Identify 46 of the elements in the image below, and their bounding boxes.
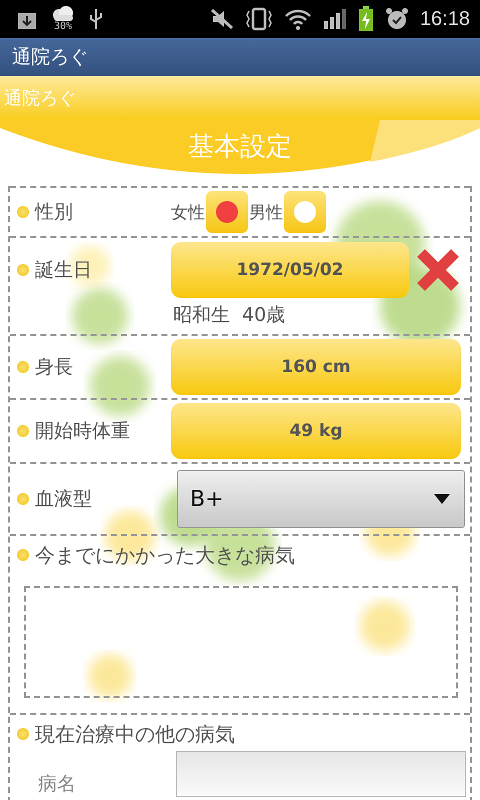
value-button[interactable]: 49 kg xyxy=(171,403,461,459)
blurred-spot-drawing xyxy=(72,288,128,344)
field-label: 病名 xyxy=(38,772,76,797)
app-title: 通院ろぐ xyxy=(12,45,88,70)
blurred-spot-drawing xyxy=(360,601,410,651)
cloud-icon xyxy=(50,6,76,22)
text-area[interactable] xyxy=(24,586,458,698)
usb-icon xyxy=(88,7,104,31)
blood-type-dropdown[interactable]: B+ xyxy=(177,470,465,528)
bullet-icon xyxy=(17,493,29,505)
bullet-icon xyxy=(17,264,29,276)
date-button[interactable]: 1972/05/02 xyxy=(171,242,409,298)
era-text: 昭和生 xyxy=(173,303,230,328)
caret-icon xyxy=(434,494,450,504)
bullet-icon xyxy=(17,206,29,218)
section-title: 基本設定 xyxy=(188,130,292,164)
alarm-icon xyxy=(384,7,409,31)
header-title: 通院ろぐ xyxy=(4,87,76,110)
battery-charging-icon xyxy=(358,6,374,32)
value-button[interactable]: 160 cm xyxy=(171,339,461,395)
field-label: 性別 xyxy=(35,200,74,225)
blurred-spot-drawing xyxy=(88,654,132,698)
weather-text: 30% xyxy=(54,22,72,32)
field-label: 開始時体重 xyxy=(35,419,131,444)
clock-text: 16:18 xyxy=(420,8,470,30)
option-label: 男性 xyxy=(249,202,283,224)
radio-button[interactable] xyxy=(206,191,248,233)
bullet-icon xyxy=(17,728,29,740)
field-label: 誕生日 xyxy=(35,259,92,281)
field-label: 現在治療中の他の病気 xyxy=(35,720,235,748)
field-label: 血液型 xyxy=(35,487,93,512)
vibrate-icon xyxy=(244,7,273,31)
signal-icon xyxy=(322,8,347,30)
bullet-icon xyxy=(17,425,29,437)
bullet-icon xyxy=(17,361,29,373)
age-text: 40歳 xyxy=(242,303,286,328)
close-icon[interactable] xyxy=(415,247,461,293)
blurred-spot-drawing xyxy=(90,356,150,416)
input-field[interactable] xyxy=(176,751,466,797)
option-label: 女性 xyxy=(171,202,205,224)
wifi-icon xyxy=(284,8,312,30)
bullet-icon xyxy=(17,549,29,561)
mute-icon xyxy=(210,8,234,30)
radio-button[interactable] xyxy=(284,191,326,233)
field-label: 今までにかかった大きな病気 xyxy=(35,542,295,568)
field-label: 身長 xyxy=(35,355,74,380)
